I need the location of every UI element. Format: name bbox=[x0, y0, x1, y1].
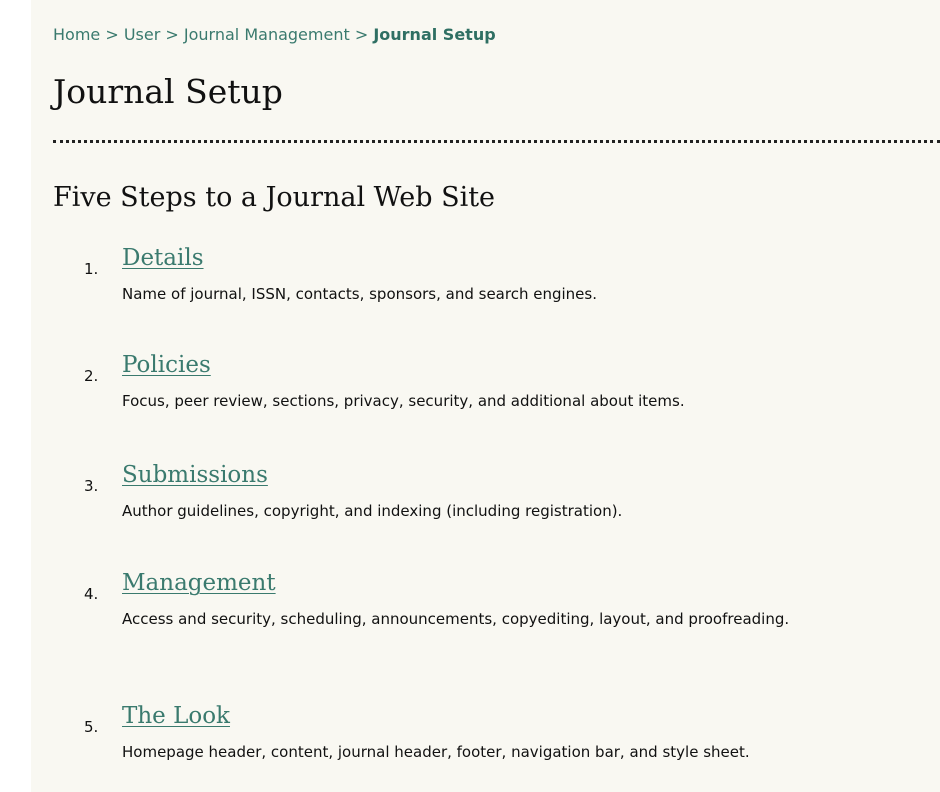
step-link-policies[interactable]: Policies bbox=[122, 352, 211, 378]
step-number: 5. bbox=[84, 718, 99, 736]
step-number: 2. bbox=[84, 367, 99, 385]
step-description: Focus, peer review, sections, privacy, s… bbox=[122, 392, 685, 410]
steps-list: 1. Details Name of journal, ISSN, contac… bbox=[31, 0, 940, 792]
step-number: 1. bbox=[84, 260, 99, 278]
step-link-details[interactable]: Details bbox=[122, 245, 204, 271]
step-description: Access and security, scheduling, announc… bbox=[122, 610, 790, 628]
step-description: Author guidelines, copyright, and indexi… bbox=[122, 502, 623, 520]
page-content: Home > User > Journal Management > Journ… bbox=[31, 0, 940, 792]
step-description: Name of journal, ISSN, contacts, sponsor… bbox=[122, 285, 597, 303]
step-number: 3. bbox=[84, 477, 99, 495]
step-link-the-look[interactable]: The Look bbox=[122, 703, 230, 729]
step-link-submissions[interactable]: Submissions bbox=[122, 462, 268, 488]
step-number: 4. bbox=[84, 585, 99, 603]
step-link-management[interactable]: Management bbox=[122, 570, 276, 596]
step-description: Homepage header, content, journal header… bbox=[122, 743, 750, 761]
